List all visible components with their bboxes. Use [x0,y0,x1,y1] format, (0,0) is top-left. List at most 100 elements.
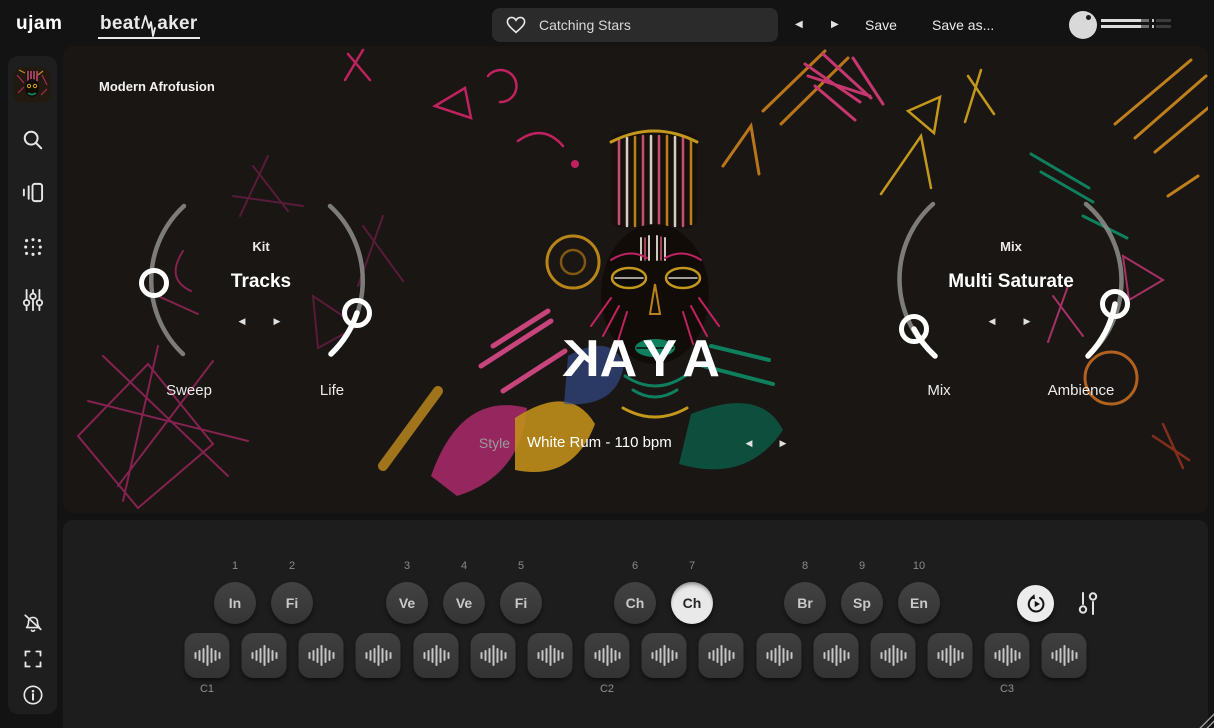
part-pad-2[interactable]: Fi [271,582,313,624]
presets-browser-icon[interactable] [21,181,44,204]
part-number-5: 5 [518,560,524,572]
stage-panel: Modern Afrofusion Kit Tracks ◀ ▶ Mix Mul… [63,46,1208,513]
notifications-off-icon[interactable] [21,611,44,634]
loop-button[interactable] [1017,585,1054,622]
key-pad-9[interactable] [642,633,687,678]
waveform-icon [651,645,677,666]
key-pad-4[interactable] [356,633,401,678]
part-pad-7[interactable]: Ch [671,582,713,624]
part-number-7: 7 [689,560,695,572]
kit-next-button[interactable]: ▶ [274,316,281,327]
ambience-knob-label: Ambience [1048,382,1115,399]
fullscreen-icon[interactable] [21,647,44,670]
preset-prev-button[interactable]: ◀ [795,18,803,32]
waveform-icon [880,645,906,666]
mix-next-button[interactable]: ▶ [1024,316,1031,327]
key-pad-1[interactable] [185,633,230,678]
part-pad-8[interactable]: Br [784,582,826,624]
key-pad-8[interactable] [585,633,630,678]
mixer-faders-icon[interactable] [21,288,44,311]
mix-prev-button[interactable]: ◀ [989,316,996,327]
part-number-1: 1 [232,560,238,572]
topbar: ujam beat aker Catching Stars ◀ ▶ Save S… [0,0,1214,50]
master-volume-knob[interactable] [1069,11,1097,39]
pattern-grid-icon[interactable] [21,235,44,258]
pads-panel: 1In2Fi3Ve4Ve5Fi6Ch7Ch8Br9Sp10En C1C2C3 [63,520,1208,728]
key-pad-15[interactable] [985,633,1030,678]
part-pad-5[interactable]: Fi [500,582,542,624]
part-number-2: 2 [289,560,295,572]
waveform-icon [537,645,563,666]
mix-value[interactable]: Multi Saturate [948,271,1074,293]
favorite-heart-icon[interactable] [506,16,526,34]
part-pad-3[interactable]: Ve [386,582,428,624]
save-as-button[interactable]: Save as... [932,17,994,33]
key-pad-3[interactable] [299,633,344,678]
sweep-knob-label: Sweep [166,382,212,399]
info-icon[interactable] [21,683,44,706]
part-number-10: 10 [913,560,925,572]
part-pad-4[interactable]: Ve [443,582,485,624]
meter-left-channel [1101,19,1171,22]
waveform-icon [251,645,277,666]
key-pad-6[interactable] [471,633,516,678]
waveform-icon [423,645,449,666]
key-pad-14[interactable] [928,633,973,678]
genre-label: Modern Afrofusion [99,79,215,94]
preset-next-button[interactable]: ▶ [831,18,839,32]
waveform-icon [708,645,734,666]
kit-caption: Kit [252,239,269,254]
key-label-C2: C2 [600,683,614,695]
part-number-6: 6 [632,560,638,572]
meter-right-channel [1101,25,1171,28]
kaya-logo: KAYA [552,329,730,389]
beatmaker-kaya-window: { "topbar": { "ujam_logo": "ujam", "beat… [0,0,1214,728]
key-label-C3: C3 [1000,683,1014,695]
style-next-button[interactable]: ▶ [780,438,787,449]
key-pad-7[interactable] [528,633,573,678]
preset-name: Catching Stars [539,17,631,33]
mixer-toggle-button[interactable] [1077,591,1099,616]
style-prev-button[interactable]: ◀ [746,438,753,449]
avatar[interactable] [14,67,50,103]
part-number-4: 4 [461,560,467,572]
key-label-C1: C1 [200,683,214,695]
part-pad-10[interactable]: En [898,582,940,624]
waveform-icon [365,645,391,666]
ujam-logo: ujam [16,13,62,35]
save-button[interactable]: Save [865,17,897,33]
waveform-icon [937,645,963,666]
style-value[interactable]: White Rum - 110 bpm [527,434,672,451]
loop-icon [1025,593,1047,615]
key-pad-12[interactable] [814,633,859,678]
part-pad-6[interactable]: Ch [614,582,656,624]
part-number-8: 8 [802,560,808,572]
waveform-icon [308,645,334,666]
mix-caption: Mix [1000,239,1022,254]
preset-selector[interactable]: Catching Stars [492,8,778,42]
key-pad-16[interactable] [1042,633,1087,678]
search-icon[interactable] [21,128,44,151]
part-pad-9[interactable]: Sp [841,582,883,624]
key-pad-13[interactable] [871,633,916,678]
kit-value[interactable]: Tracks [231,271,291,293]
beatmaker-logo: beat aker [98,9,200,39]
waveform-m-icon [141,13,156,39]
waveform-icon [594,645,620,666]
output-level-meter [1101,19,1171,31]
beatmaker-logo-prefix: beat [100,13,140,35]
mix-knob-label: Mix [927,382,950,399]
part-number-3: 3 [404,560,410,572]
waveform-icon [994,645,1020,666]
waveform-icon [480,645,506,666]
key-pad-10[interactable] [699,633,744,678]
part-pad-1[interactable]: In [214,582,256,624]
key-pad-2[interactable] [242,633,287,678]
waveform-icon [823,645,849,666]
kit-prev-button[interactable]: ◀ [239,316,246,327]
kaya-logo-k: K [552,329,600,389]
key-pad-5[interactable] [414,633,459,678]
kaya-logo-rest: AYA [600,330,730,388]
life-knob-label: Life [320,382,344,399]
key-pad-11[interactable] [757,633,802,678]
